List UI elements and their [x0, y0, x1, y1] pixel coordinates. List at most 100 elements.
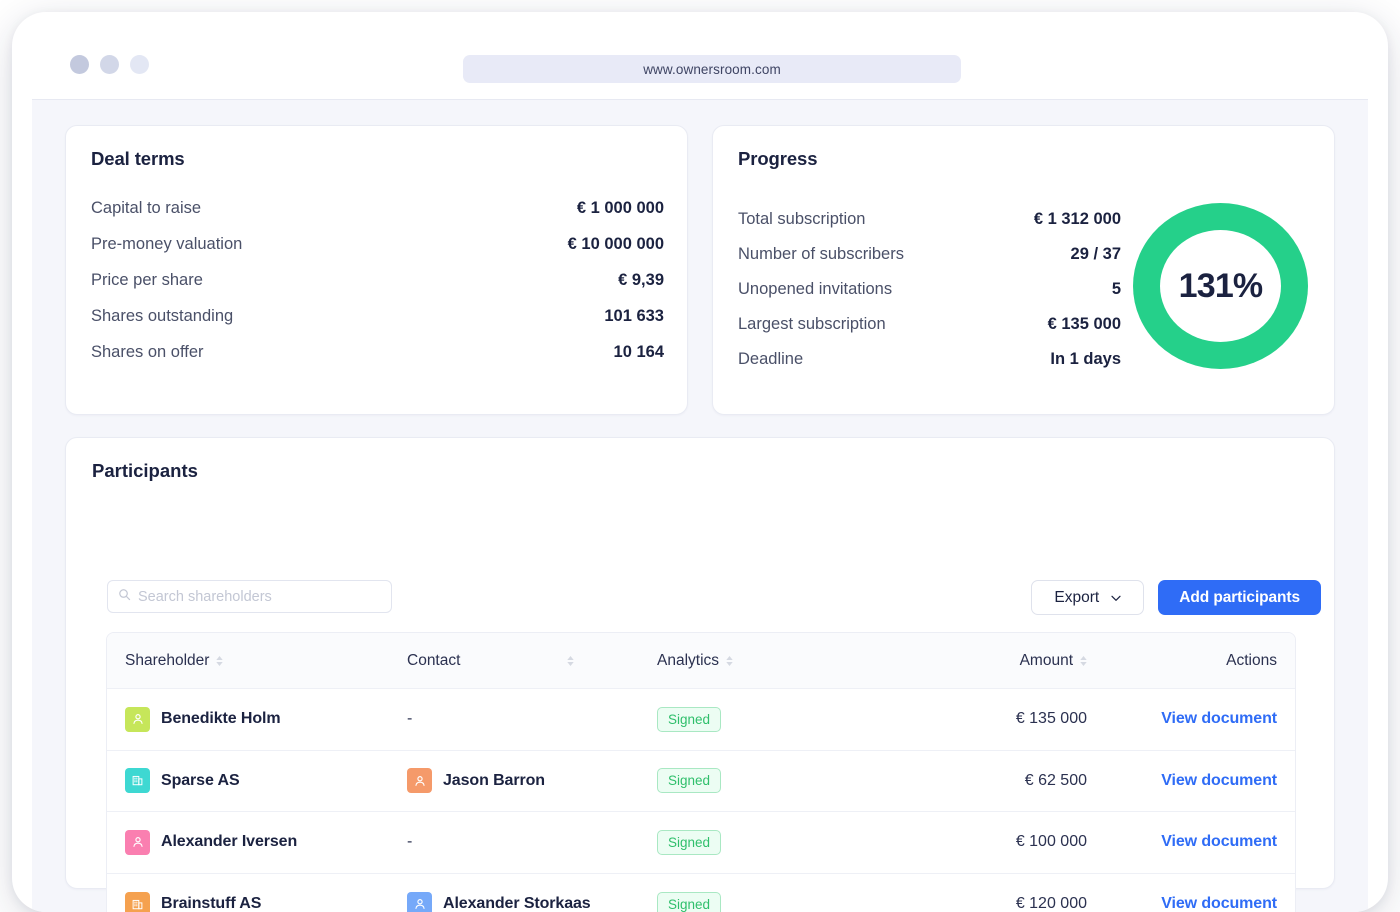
chevron-down-icon — [1111, 589, 1121, 607]
sort-icon — [216, 656, 223, 666]
column-label: Analytics — [657, 652, 719, 670]
row-value: € 10 000 000 — [568, 235, 664, 254]
column-header-amount[interactable]: Amount — [1020, 652, 1087, 670]
search-input[interactable] — [138, 589, 381, 605]
person-icon — [407, 768, 432, 793]
view-document-link[interactable]: View document — [1161, 833, 1277, 851]
column-amount: Amount — [907, 652, 1127, 670]
traffic-lights — [70, 55, 149, 74]
row-label: Shares outstanding — [91, 307, 233, 326]
progress-title: Progress — [738, 148, 817, 170]
row-label: Total subscription — [738, 210, 865, 229]
column-shareholder: Shareholder — [107, 652, 407, 670]
participants-toolbar: Export Add participants — [1031, 580, 1321, 615]
building-icon — [125, 892, 150, 912]
cell-contact: Jason Barron — [407, 768, 657, 793]
participants-title: Participants — [92, 460, 198, 482]
sort-icon — [1080, 656, 1087, 666]
progress-percent-label: 131% — [1179, 267, 1263, 306]
deal-terms-row: Shares on offer 10 164 — [91, 343, 664, 379]
column-header-contact[interactable]: Contact — [407, 652, 574, 670]
table-header-row: Shareholder Contact — [107, 633, 1295, 689]
cell-shareholder: Sparse AS — [107, 768, 407, 793]
table-row[interactable]: Sparse AS Jason Barron Signed — [107, 751, 1295, 813]
participants-card: Participants Export — [65, 437, 1335, 889]
column-actions: Actions — [1127, 652, 1295, 670]
address-bar[interactable]: www.ownersroom.com — [463, 55, 961, 83]
sort-icon — [567, 656, 574, 666]
column-header-analytics[interactable]: Analytics — [657, 652, 733, 670]
deal-terms-row: Capital to raise € 1 000 000 — [91, 199, 664, 235]
row-label: Largest subscription — [738, 315, 886, 334]
shareholder-name: Sparse AS — [161, 772, 240, 790]
deal-terms-card: Deal terms Capital to raise € 1 000 000 … — [65, 125, 688, 415]
column-contact: Contact — [407, 652, 657, 670]
row-label: Unopened invitations — [738, 280, 892, 299]
table-row[interactable]: Alexander Iversen - Signed € 100 000 Vie… — [107, 812, 1295, 874]
amount-value: € 62 500 — [1025, 772, 1087, 790]
export-button[interactable]: Export — [1031, 580, 1144, 615]
status-badge: Signed — [657, 768, 721, 793]
person-icon — [125, 707, 150, 732]
deal-terms-row: Shares outstanding 101 633 — [91, 307, 664, 343]
view-document-link[interactable]: View document — [1161, 772, 1277, 790]
view-document-link[interactable]: View document — [1161, 710, 1277, 728]
minimize-dot[interactable] — [100, 55, 119, 74]
cell-analytics: Signed — [657, 707, 907, 732]
row-value: € 9,39 — [618, 271, 664, 290]
column-label: Actions — [1226, 652, 1277, 670]
page-content: Deal terms Capital to raise € 1 000 000 … — [32, 100, 1368, 912]
row-value: € 1 312 000 — [1034, 210, 1121, 229]
row-label: Capital to raise — [91, 199, 201, 218]
cell-analytics: Signed — [657, 768, 907, 793]
contact-name: - — [407, 710, 412, 728]
progress-ring: 131% — [1133, 203, 1308, 369]
add-participants-button[interactable]: Add participants — [1158, 580, 1321, 615]
cell-actions: View document — [1127, 772, 1295, 790]
cell-actions: View document — [1127, 895, 1295, 912]
building-icon — [125, 768, 150, 793]
column-label: Shareholder — [125, 652, 209, 670]
cell-amount: € 120 000 — [907, 895, 1127, 912]
participants-table: Shareholder Contact — [106, 632, 1296, 912]
shareholder-name: Brainstuff AS — [161, 895, 261, 912]
row-value: € 1 000 000 — [577, 199, 664, 218]
export-button-label: Export — [1054, 589, 1099, 607]
close-dot[interactable] — [70, 55, 89, 74]
row-label: Pre-money valuation — [91, 235, 242, 254]
cell-contact: Alexander Storkaas — [407, 892, 657, 912]
column-header-shareholder[interactable]: Shareholder — [125, 652, 223, 670]
row-label: Number of subscribers — [738, 245, 904, 264]
person-icon — [125, 830, 150, 855]
cell-contact: - — [407, 833, 657, 851]
browser-chrome: www.ownersroom.com — [32, 28, 1368, 100]
status-badge: Signed — [657, 707, 721, 732]
search-icon — [118, 588, 131, 606]
cell-shareholder: Brainstuff AS — [107, 892, 407, 912]
progress-ring-center: 131% — [1160, 230, 1281, 342]
column-label: Amount — [1020, 652, 1073, 670]
cell-amount: € 100 000 — [907, 833, 1127, 851]
shareholder-name: Benedikte Holm — [161, 710, 281, 728]
row-label: Deadline — [738, 350, 803, 369]
table-row[interactable]: Brainstuff AS Alexander Storkaas Signed — [107, 874, 1295, 912]
cell-amount: € 62 500 — [907, 772, 1127, 790]
cell-contact: - — [407, 710, 657, 728]
cell-actions: View document — [1127, 833, 1295, 851]
sort-icon — [726, 656, 733, 666]
amount-value: € 100 000 — [1016, 833, 1087, 851]
contact-name: Jason Barron — [443, 772, 545, 790]
search-shareholders-box[interactable] — [107, 580, 392, 613]
amount-value: € 135 000 — [1016, 710, 1087, 728]
row-label: Shares on offer — [91, 343, 204, 362]
row-value: 29 / 37 — [1071, 245, 1121, 264]
row-value: 5 — [1112, 280, 1121, 299]
row-value: 101 633 — [604, 307, 664, 326]
cell-shareholder: Benedikte Holm — [107, 707, 407, 732]
url-text: www.ownersroom.com — [643, 62, 781, 77]
view-document-link[interactable]: View document — [1161, 895, 1277, 912]
table-row[interactable]: Benedikte Holm - Signed € 135 000 View d… — [107, 689, 1295, 751]
maximize-dot[interactable] — [130, 55, 149, 74]
row-value: € 135 000 — [1048, 315, 1121, 334]
summary-cards-row: Deal terms Capital to raise € 1 000 000 … — [65, 125, 1335, 415]
